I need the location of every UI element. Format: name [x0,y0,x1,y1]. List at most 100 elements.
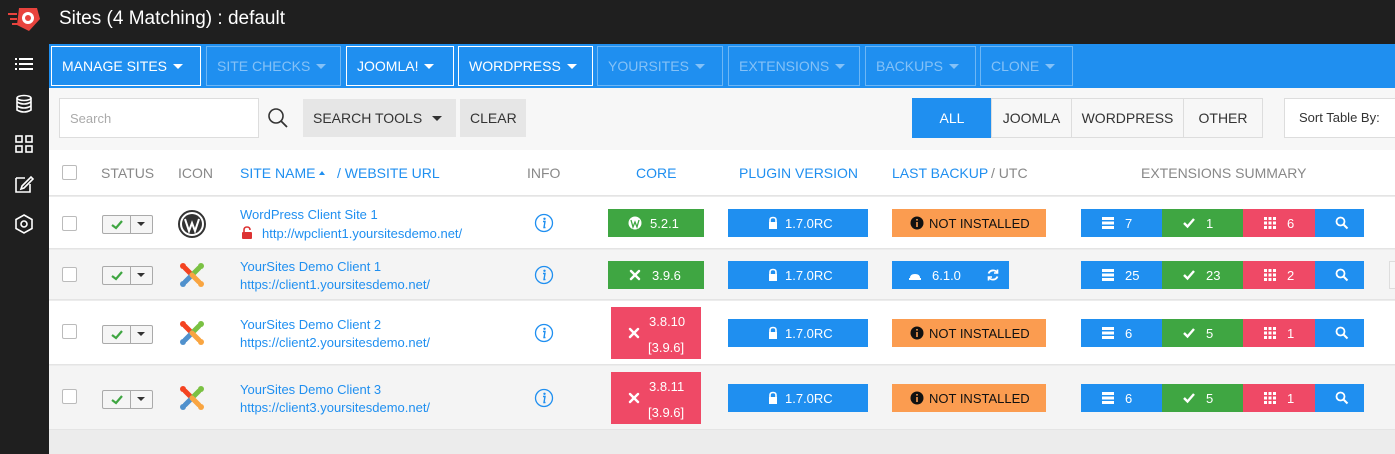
row-extra-button[interactable] [1389,261,1395,289]
core-version-badge[interactable]: 3.8.11 [3.9.6] [611,372,701,424]
col-extensions-summary: EXTENSIONS SUMMARY [1141,165,1307,181]
backup-status-badge[interactable]: NOT INSTALLED [892,384,1046,412]
info-icon[interactable] [534,388,554,408]
ext-search-button[interactable] [1315,319,1364,347]
database-icon[interactable] [14,94,34,114]
ext-issues-badge[interactable]: 6 [1243,209,1315,237]
plugin-version-badge[interactable]: 1.7.0RC [728,319,868,347]
clear-button[interactable]: CLEAR [460,99,526,137]
search-icon[interactable] [267,107,289,129]
menu-clone[interactable]: CLONE [980,46,1073,86]
sort-select[interactable]: Sort Table By: [1284,98,1395,138]
ext-total-badge[interactable]: 25 [1081,261,1162,289]
col-icon: ICON [178,165,213,181]
ext-search-button[interactable] [1315,209,1364,237]
chevron-down-icon [137,332,145,336]
ext-total-badge[interactable]: 7 [1081,209,1162,237]
info-icon[interactable] [534,265,554,285]
row-checkbox[interactable] [62,389,77,404]
site-url-link[interactable]: https://client1.yoursitesdemo.net/ [240,277,430,292]
ext-issues-badge[interactable]: 1 [1243,384,1315,412]
check-icon [1183,393,1195,404]
grid-icon [1264,217,1276,229]
list-icon [1102,217,1114,229]
menu-manage-sites[interactable]: MANAGE SITES [51,46,201,86]
lock-icon [769,216,777,229]
row-checkbox[interactable] [62,216,77,231]
search-icon [1335,326,1349,340]
core-version-badge[interactable]: 5.2.1 [608,209,704,237]
search-icon [1335,268,1349,282]
info-icon[interactable] [534,213,554,233]
site-name-link[interactable]: YourSites Demo Client 1 [240,259,381,274]
select-all-checkbox[interactable] [62,165,77,180]
col-core[interactable]: CORE [636,165,676,181]
site-name-link[interactable]: YourSites Demo Client 3 [240,382,381,397]
status-toggle-button[interactable] [102,390,153,409]
plugin-version-badge[interactable]: 1.7.0RC [728,384,868,412]
status-toggle-button[interactable] [102,325,153,344]
ext-issues-badge[interactable]: 2 [1243,261,1315,289]
site-url-link[interactable]: https://client2.yoursitesdemo.net/ [240,335,430,350]
filter-joomla-button[interactable]: JOOMLA [991,98,1072,138]
plugin-version-badge[interactable]: 1.7.0RC [728,209,868,237]
filter-wordpress-button[interactable]: WORDPRESS [1071,98,1184,138]
row-checkbox[interactable] [62,267,77,282]
ext-ok-badge[interactable]: 5 [1162,384,1243,412]
core-version-badge[interactable]: 3.9.6 [608,261,704,289]
ext-search-button[interactable] [1315,384,1364,412]
site-url-link[interactable]: https://client3.yoursitesdemo.net/ [240,400,430,415]
site-name-link[interactable]: WordPress Client Site 1 [240,207,378,222]
ext-search-button[interactable] [1315,261,1364,289]
status-toggle-button[interactable] [102,266,153,285]
ext-issues-badge[interactable]: 1 [1243,319,1315,347]
col-last-backup[interactable]: LAST BACKUP [892,165,988,181]
core-version-badge[interactable]: 3.8.10 [3.9.6] [611,307,701,359]
menu-wordpress[interactable]: WORDPRESS [458,46,593,86]
unlocked-insecure-icon [242,226,252,239]
table-row: WordPress Client Site 1 http://wpclient1… [49,197,1395,249]
col-plugin-version[interactable]: PLUGIN VERSION [739,165,858,181]
edit-icon[interactable] [14,174,34,194]
status-toggle-button[interactable] [102,215,153,234]
app-logo-icon[interactable] [7,5,43,33]
menu-extensions[interactable]: EXTENSIONS [728,46,860,86]
grid-icon [1264,392,1276,404]
ext-total-badge[interactable]: 6 [1081,319,1162,347]
ext-total-badge[interactable]: 6 [1081,384,1162,412]
ext-ok-badge[interactable]: 1 [1162,209,1243,237]
backup-version-badge[interactable]: 6.1.0 [892,261,1009,289]
info-circle-icon [910,326,924,340]
chevron-down-icon [432,115,443,121]
menu-site-checks[interactable]: SITE CHECKS [206,46,341,86]
col-site-name[interactable]: SITE NAME [240,165,326,181]
grid-icon[interactable] [14,134,34,154]
menu-yoursites[interactable]: YOURSITES [597,46,723,86]
wordpress-icon [178,210,206,238]
sites-table: STATUS ICON SITE NAME / WEBSITE URL INFO… [49,150,1395,445]
list-icon [1102,392,1114,404]
ext-ok-badge[interactable]: 23 [1162,261,1243,289]
ext-ok-badge[interactable]: 5 [1162,319,1243,347]
col-status[interactable]: STATUS [101,165,154,181]
info-icon[interactable] [534,323,554,343]
filter-all-button[interactable]: ALL [912,98,992,138]
top-bar: Sites (4 Matching) : default [49,0,1395,44]
filter-other-button[interactable]: OTHER [1183,98,1263,138]
plugin-version-badge[interactable]: 1.7.0RC [728,261,868,289]
settings-hexagon-icon[interactable] [14,214,34,234]
site-name-link[interactable]: YourSites Demo Client 2 [240,317,381,332]
search-input[interactable] [59,98,259,138]
menu-joomla[interactable]: JOOMLA! [346,46,454,86]
backup-status-badge[interactable]: NOT INSTALLED [892,319,1046,347]
check-icon [111,220,123,230]
menu-backups[interactable]: BACKUPS [865,46,976,86]
lock-icon [769,326,777,339]
search-tools-button[interactable]: SEARCH TOOLS [303,99,456,137]
row-checkbox[interactable] [62,324,77,339]
col-website-url[interactable]: / WEBSITE URL [337,165,440,181]
col-utc: / UTC [991,165,1028,181]
backup-status-badge[interactable]: NOT INSTALLED [892,209,1046,237]
list-icon[interactable] [14,54,34,74]
site-url-link[interactable]: http://wpclient1.yoursitesdemo.net/ [262,226,462,241]
